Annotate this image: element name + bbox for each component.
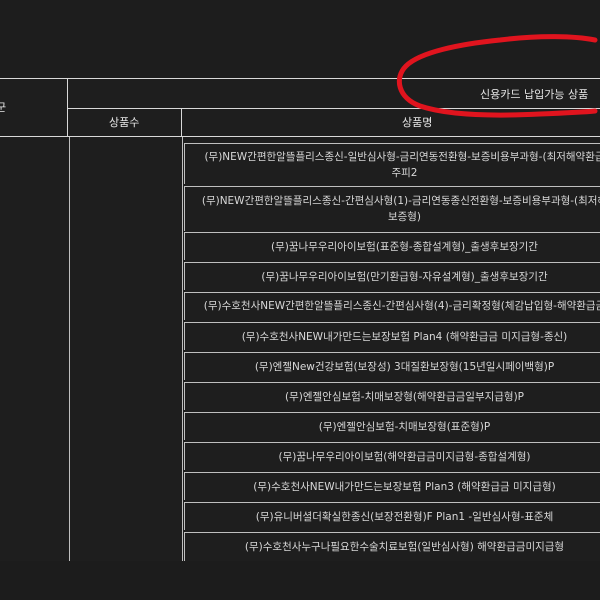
col-header-count: 상품수 <box>109 116 140 129</box>
table-title: 신용카드 납입가능 상품 <box>480 88 589 101</box>
product-name-line2: 주피2 <box>391 167 418 179</box>
left-header-fragment: 군 <box>0 101 7 114</box>
product-name: (무)엔젤New건강보험(보장성) 3대질환보장형(15년일시페이백형)P <box>254 361 555 373</box>
header-divider-1 <box>67 78 68 137</box>
header-divider-2 <box>181 108 182 137</box>
count-col-right-border <box>182 137 183 561</box>
product-name: (무)수호천사NEW간편한알뜰플리스종신-간편심사형(4)-금리확정형(체감납입… <box>203 300 600 312</box>
table-row: (무)꿈나무우리아이보험(만기환급형-자유설계형)_출생후보장기간 <box>184 262 600 290</box>
table-row: (무)엔젤안심보험-치매보장형(해약환급금일부지급형)P <box>184 382 600 410</box>
table-row: (무)꿈나무우리아이보험(표준형-종합설계형)_출생후보장기간 <box>184 232 600 260</box>
product-name: (무)NEW간편한알뜰플리스종신-일반심사형-금리연동전환형-보증비용부과형-(… <box>185 149 600 181</box>
table-row: (무)유니버셜더확실한종신(보장전환형)F Plan1 -일반심사형-표준체 <box>184 502 600 530</box>
header-bottom-border <box>0 136 600 137</box>
screenshot: 군 신용카드 납입가능 상품 상품수 상품명 (무)NEW간편한알뜰플리스종신-… <box>0 0 600 600</box>
product-name: (무)꿈나무우리아이보험(만기환급형-자유설계형)_출생후보장기간 <box>261 271 548 283</box>
table-row: (무)꿈나무우리아이보험(해약환급금미지급형-종합설계형) <box>184 442 600 470</box>
product-name: (무)꿈나무우리아이보험(표준형-종합설계형)_출생후보장기간 <box>271 241 538 253</box>
product-name-line1: (무)NEW간편한알뜰플리스종신-일반심사형-금리연동전환형-보증비용부과형-(… <box>204 151 600 163</box>
table-row: (무)수호천사NEW내가만드는보장보험 Plan4 (해약환급금 미지급형-종신… <box>184 322 600 350</box>
table-row: (무)수호천사NEW간편한알뜰플리스종신-간편심사형(4)-금리확정형(체감납입… <box>184 292 600 320</box>
product-name-line1: (무)NEW간편한알뜰플리스종신-간편심사형(1)-금리연동종신전환형-보증비용… <box>201 195 600 207</box>
table-row: (무)수호천사누구나필요한수술치료보험(일반심사형) 해약환급금미지급형 <box>184 532 600 561</box>
table-row: (무)엔젤New건강보험(보장성) 3대질환보장형(15년일시페이백형)P <box>184 352 600 380</box>
product-name: (무)유니버셜더확실한종신(보장전환형)F Plan1 -일반심사형-표준체 <box>255 511 554 523</box>
header-top-border <box>0 78 600 79</box>
col-header-name: 상품명 <box>402 116 433 129</box>
product-name: (무)엔젤안심보험-치매보장형(표준형)P <box>318 421 491 433</box>
product-name: (무)엔젤안심보험-치매보장형(해약환급금일부지급형)P <box>284 391 525 403</box>
product-name: (무)NEW간편한알뜰플리스종신-간편심사형(1)-금리연동종신전환형-보증비용… <box>185 193 600 225</box>
table-row: (무)NEW간편한알뜰플리스종신-간편심사형(1)-금리연동종신전환형-보증비용… <box>184 186 600 231</box>
product-name: (무)꿈나무우리아이보험(해약환급금미지급형-종합설계형) <box>278 451 531 463</box>
product-name-line2: 보증형) <box>387 211 422 223</box>
count-col-left-border <box>69 137 70 561</box>
table-row: (무)NEW간편한알뜰플리스종신-일반심사형-금리연동전환형-보증비용부과형-(… <box>184 143 600 184</box>
top-dark-area <box>0 0 600 78</box>
header-mid-border <box>68 108 600 109</box>
product-name: (무)수호천사NEW내가만드는보장보험 Plan4 (해약환급금 미지급형-종신… <box>241 331 568 343</box>
table-row: (무)수호천사NEW내가만드는보장보험 Plan3 (해약환급금 미지급형) <box>184 472 600 500</box>
bottom-dark-area <box>0 561 600 600</box>
product-name: (무)수호천사NEW내가만드는보장보험 Plan3 (해약환급금 미지급형) <box>253 481 556 493</box>
product-name: (무)수호천사누구나필요한수술치료보험(일반심사형) 해약환급금미지급형 <box>244 541 565 553</box>
table-row: (무)엔젤안심보험-치매보장형(표준형)P <box>184 412 600 440</box>
